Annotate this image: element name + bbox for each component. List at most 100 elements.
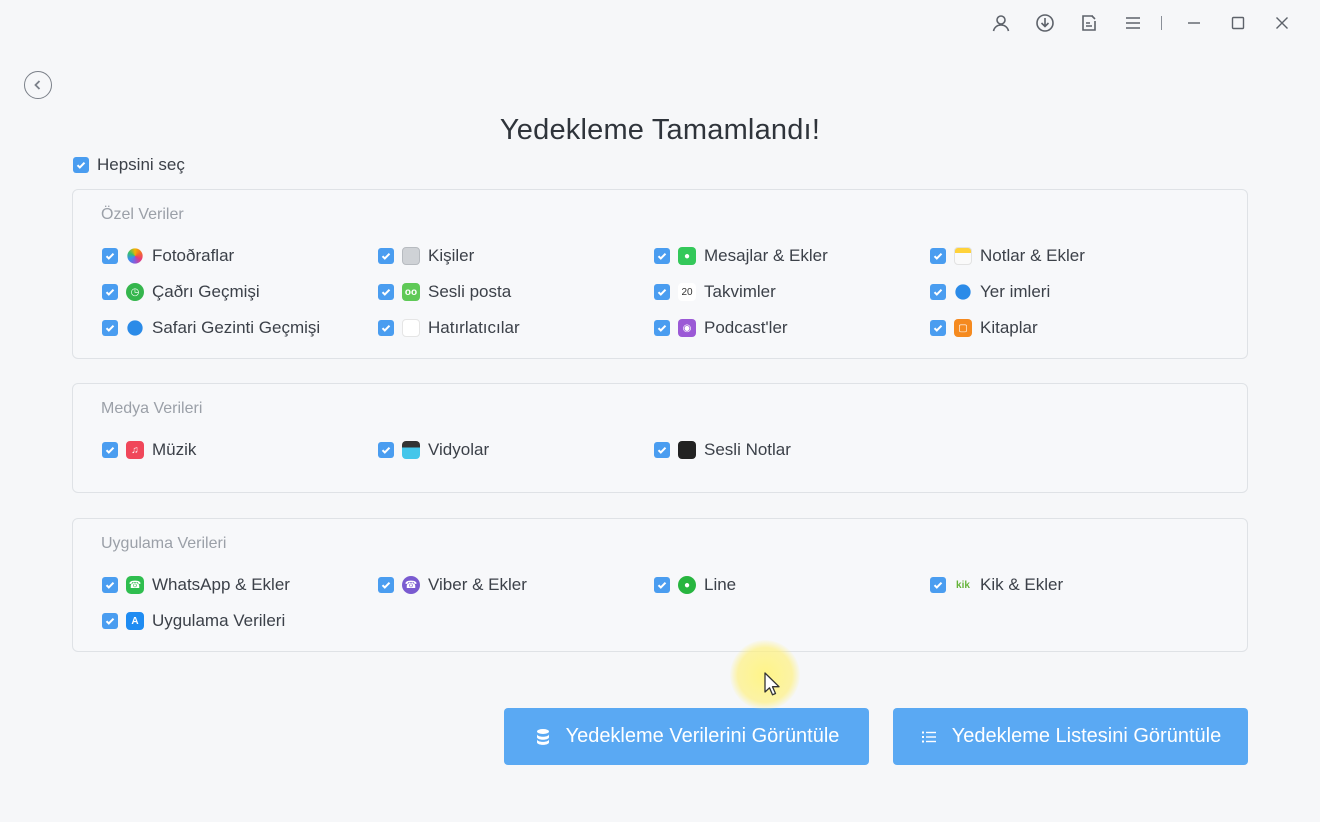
checkbox-checked-icon[interactable]: [102, 248, 118, 264]
view-backup-data-label: Yedekleme Verilerini Görüntüle: [565, 725, 840, 747]
photos-icon: [127, 248, 143, 264]
checkbox-checked-icon[interactable]: [930, 577, 946, 593]
checkbox-checked-icon[interactable]: [102, 577, 118, 593]
account-icon[interactable]: [979, 8, 1023, 38]
checkbox-item[interactable]: Vidyolar: [378, 440, 654, 460]
reminders-icon: [402, 319, 420, 337]
checkbox-checked-icon[interactable]: [73, 157, 89, 173]
group-title: Medya Verileri: [101, 400, 203, 417]
viber-icon: ☎: [402, 576, 420, 594]
checkbox-item[interactable]: Kişiler: [378, 246, 654, 266]
checkbox-checked-icon[interactable]: [654, 320, 670, 336]
checkbox-checked-icon[interactable]: [102, 320, 118, 336]
checkbox-item-label: Uygulama Verileri: [152, 611, 286, 630]
checkbox-item[interactable]: oo Sesli posta: [378, 282, 654, 302]
checkbox-checked-icon[interactable]: [654, 442, 670, 458]
safari-icon: [127, 320, 143, 336]
view-backup-data-button[interactable]: Yedekleme Verilerini Görüntüle: [504, 708, 869, 765]
checkbox-item[interactable]: ☎ Viber & Ekler: [378, 575, 654, 595]
checkbox-item-label: Safari Gezinti Geçmişi: [152, 318, 321, 337]
checkbox-item[interactable]: Hatırlatıcılar: [378, 318, 654, 338]
close-icon[interactable]: [1260, 8, 1304, 38]
group-title: Özel Veriler: [101, 206, 184, 223]
videos-icon: [402, 441, 420, 459]
app-window: Yedekleme Tamamlandı! Hepsini seç Özel V…: [0, 0, 1320, 822]
chevron-left-icon: [34, 80, 41, 90]
titlebar-divider: [1161, 16, 1162, 30]
page-title: Yedekleme Tamamlandı!: [499, 114, 821, 146]
checkbox-item-label: WhatsApp & Ekler: [152, 575, 290, 594]
checkbox-checked-icon[interactable]: [930, 320, 946, 336]
checkbox-checked-icon[interactable]: [930, 284, 946, 300]
group-items: ♫ Müzik Vidyolar Sesli Notlar: [102, 440, 1212, 460]
checkbox-item-label: Müzik: [152, 440, 197, 459]
checkbox-item-label: Kik & Ekler: [980, 575, 1064, 594]
podcasts-icon: ◉: [678, 319, 696, 337]
checkbox-item[interactable]: kik Kik & Ekler: [930, 575, 1206, 595]
group-items: Fotoðraflar Kişiler ● Mesajlar & Ekler Notla…: [102, 246, 1212, 338]
checkbox-item-label: Mesajlar & Ekler: [704, 246, 828, 265]
checkbox-item[interactable]: ☎ WhatsApp & Ekler: [102, 575, 378, 595]
kik-icon: kik: [956, 579, 970, 591]
notes-icon: [954, 247, 972, 265]
contacts-icon: [402, 247, 420, 265]
messages-icon: ●: [678, 247, 696, 265]
checkbox-item-label: Viber & Ekler: [428, 575, 527, 594]
checkbox-checked-icon[interactable]: [654, 248, 670, 264]
checkbox-item-label: Line: [704, 575, 737, 594]
line-icon: ●: [678, 576, 696, 594]
voicemail-icon: oo: [402, 283, 420, 301]
list-icon: [921, 731, 936, 742]
checkbox-item-label: Notlar & Ekler: [980, 246, 1085, 265]
music-icon: ♫: [126, 441, 144, 459]
back-button[interactable]: [24, 71, 52, 99]
checkbox-checked-icon[interactable]: [378, 442, 394, 458]
checkbox-checked-icon[interactable]: [654, 284, 670, 300]
checkbox-item[interactable]: ● Mesajlar & Ekler: [654, 246, 930, 266]
group-media-data: Medya Verileri ♫ Müzik Vidyolar Sesli Notla…: [72, 383, 1248, 493]
checkbox-item[interactable]: ♫ Müzik: [102, 440, 378, 460]
checkbox-checked-icon[interactable]: [930, 248, 946, 264]
bookmarks-icon: [955, 284, 971, 300]
checkbox-item[interactable]: 20 Takvimler: [654, 282, 930, 302]
checkbox-item[interactable]: Sesli Notlar: [654, 440, 930, 460]
checkbox-checked-icon[interactable]: [102, 613, 118, 629]
view-backup-list-button[interactable]: Yedekleme Listesini Görüntüle: [893, 708, 1248, 765]
minimize-icon[interactable]: [1172, 8, 1216, 38]
checkbox-item[interactable]: Fotoðraflar: [102, 246, 378, 266]
group-title: Uygulama Verileri: [101, 535, 227, 552]
checkbox-item-label: Fotoðraflar: [152, 246, 235, 265]
checkbox-item[interactable]: ◷ Çaðrı Geçmişi: [102, 282, 378, 302]
calendar-icon: 20: [678, 283, 696, 301]
checkbox-checked-icon[interactable]: [378, 577, 394, 593]
checkbox-item-label: Sesli posta: [428, 282, 512, 301]
checkbox-checked-icon[interactable]: [102, 284, 118, 300]
group-items: ☎ WhatsApp & Ekler ☎ Viber & Ekler ● Line kik K…: [102, 575, 1212, 631]
group-private-data: Özel Veriler Fotoðraflar Kişiler ● Mesajlar…: [72, 189, 1248, 359]
checkbox-item-label: Çaðrı Geçmişi: [152, 282, 260, 301]
checkbox-item-label: Podcast'ler: [704, 318, 788, 337]
checkbox-item[interactable]: Notlar & Ekler: [930, 246, 1206, 266]
database-icon: [536, 728, 549, 745]
app-store-icon: A: [126, 612, 144, 630]
checkbox-checked-icon[interactable]: [654, 577, 670, 593]
checkbox-item[interactable]: Safari Gezinti Geçmişi: [102, 318, 378, 338]
checkbox-item[interactable]: ◉ Podcast'ler: [654, 318, 930, 338]
checkbox-checked-icon[interactable]: [378, 284, 394, 300]
download-icon[interactable]: [1023, 8, 1067, 38]
maximize-icon[interactable]: [1216, 8, 1260, 38]
select-all-checkbox[interactable]: Hepsini seç: [73, 155, 185, 175]
checkbox-item[interactable]: ● Line: [654, 575, 930, 595]
checkbox-item[interactable]: Yer imleri: [930, 282, 1206, 302]
checkbox-checked-icon[interactable]: [378, 248, 394, 264]
checkbox-item-label: Kitaplar: [980, 318, 1038, 337]
feedback-icon[interactable]: [1067, 8, 1111, 38]
checkbox-item-label: Sesli Notlar: [704, 440, 791, 459]
menu-icon[interactable]: [1111, 8, 1155, 38]
checkbox-checked-icon[interactable]: [102, 442, 118, 458]
checkbox-item[interactable]: ▢ Kitaplar: [930, 318, 1206, 338]
checkbox-item[interactable]: A Uygulama Verileri: [102, 611, 378, 631]
books-icon: ▢: [954, 319, 972, 337]
checkbox-checked-icon[interactable]: [378, 320, 394, 336]
voice-memos-icon: [678, 441, 696, 459]
